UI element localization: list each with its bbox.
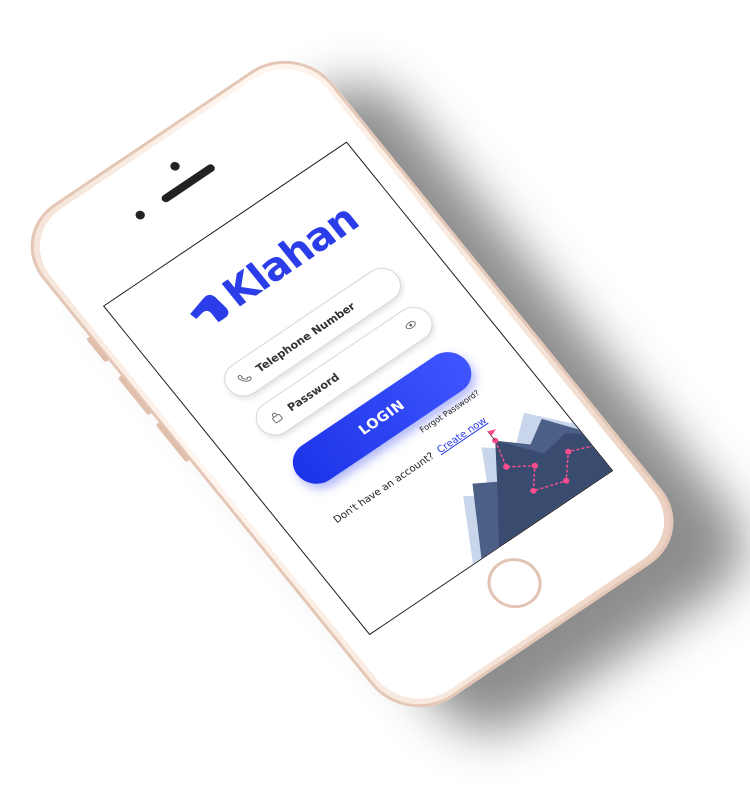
proximity-sensor bbox=[133, 209, 147, 222]
front-camera bbox=[168, 160, 182, 173]
phone-device: Klahan Telephone Number Password LOGIN F… bbox=[7, 39, 697, 729]
phone-icon bbox=[234, 369, 254, 388]
app-screen: Klahan Telephone Number Password LOGIN F… bbox=[102, 141, 614, 636]
phone-face: Klahan Telephone Number Password LOGIN F… bbox=[18, 50, 686, 718]
earpiece-speaker bbox=[159, 162, 217, 204]
mockup-stage: Klahan Telephone Number Password LOGIN F… bbox=[0, 0, 750, 789]
home-button[interactable] bbox=[476, 548, 553, 618]
lock-icon bbox=[266, 408, 286, 427]
